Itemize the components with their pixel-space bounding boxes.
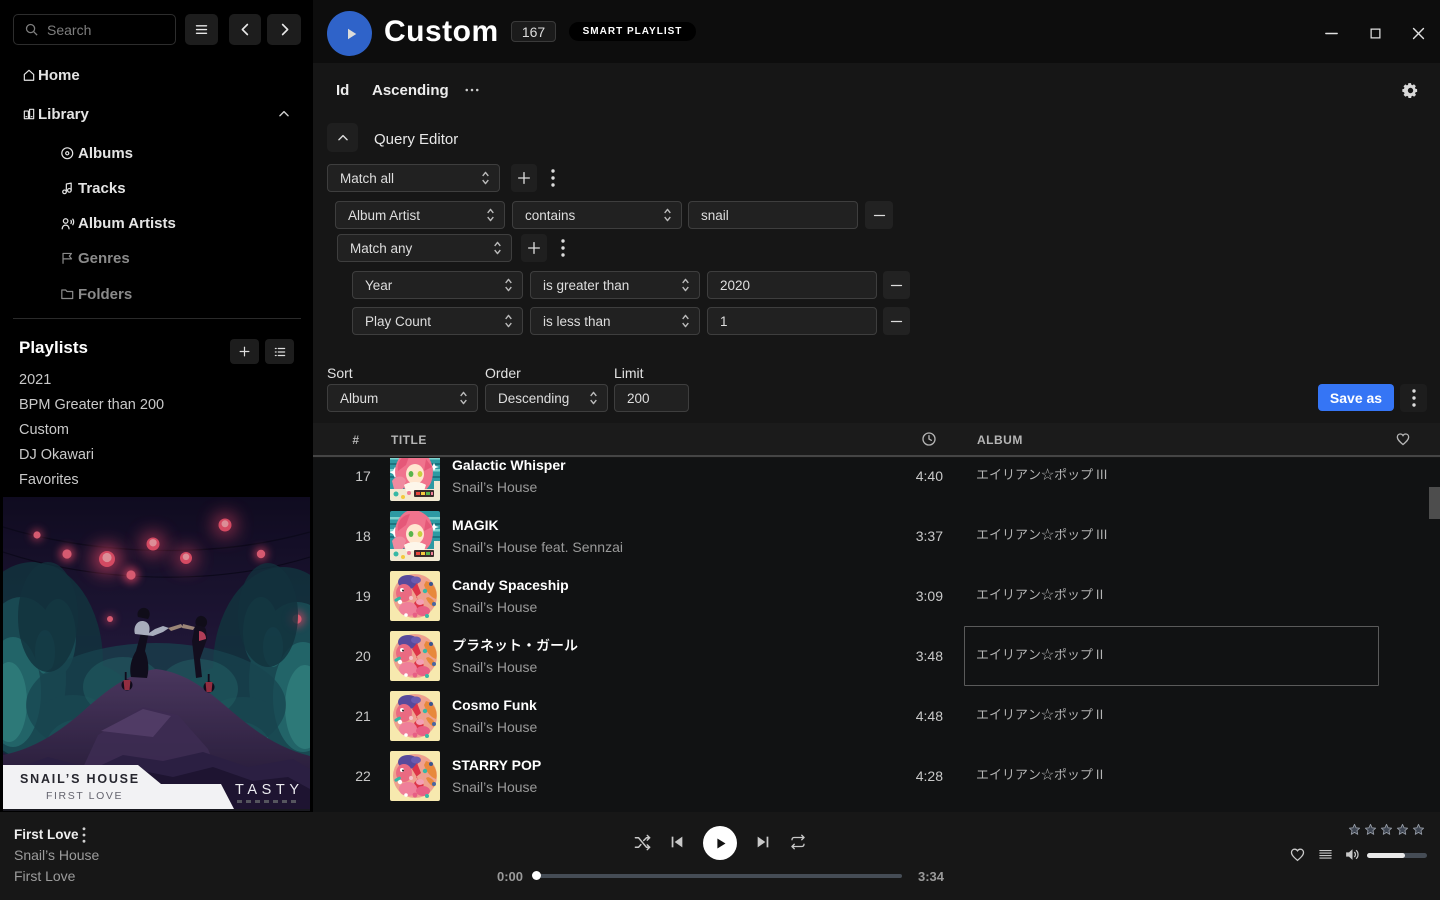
svg-text:SNAIL’S HOUSE: SNAIL’S HOUSE (20, 772, 140, 786)
svg-text:TASTY: TASTY (235, 782, 304, 798)
svg-text:FIRST LOVE: FIRST LOVE (46, 790, 123, 802)
